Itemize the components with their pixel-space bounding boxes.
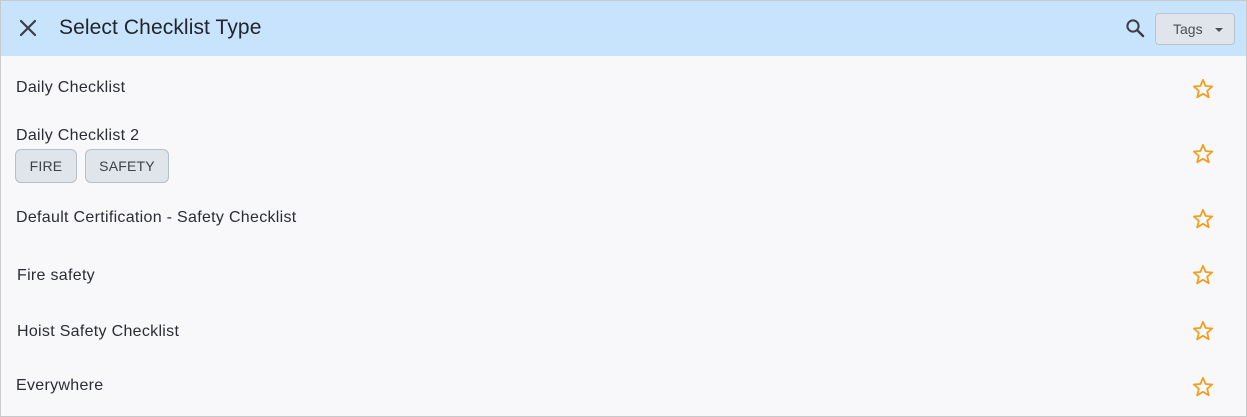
list-item-label: Hoist Safety Checklist — [17, 323, 180, 340]
list-item[interactable]: Fire safety — [1, 249, 1246, 305]
list-item-label: Daily Checklist 2 — [16, 127, 140, 144]
tag-chip-fire[interactable]: FIRE — [15, 149, 77, 183]
star-icon[interactable] — [1191, 77, 1215, 101]
list-item[interactable]: Daily Checklist — [1, 57, 1246, 119]
search-button[interactable] — [1123, 16, 1147, 40]
star-icon[interactable] — [1191, 207, 1215, 231]
list-item-label: Daily Checklist — [16, 79, 126, 96]
close-icon — [19, 19, 37, 37]
list-item-label: Fire safety — [17, 267, 95, 284]
star-icon[interactable] — [1191, 263, 1215, 287]
list-item[interactable]: Everywhere — [1, 361, 1246, 416]
tags-dropdown[interactable]: Tags — [1155, 13, 1235, 45]
star-icon[interactable] — [1191, 375, 1215, 399]
close-button[interactable] — [15, 15, 41, 41]
list-item[interactable]: Daily Checklist 2 FIRE SAFETY — [1, 119, 1246, 197]
dialog-title: Select Checklist Type — [59, 16, 262, 39]
dialog-header: Select Checklist Type Tags — [1, 1, 1246, 56]
star-icon[interactable] — [1191, 319, 1215, 343]
list-item-label: Everywhere — [16, 377, 104, 394]
list-item[interactable]: Default Certification - Safety Checklist — [1, 197, 1246, 249]
checklist-type-dialog: Select Checklist Type Tags Daily Checkli… — [0, 0, 1247, 417]
tag-chip-safety[interactable]: SAFETY — [85, 149, 169, 183]
search-icon — [1126, 19, 1145, 38]
list-item[interactable]: Hoist Safety Checklist — [1, 305, 1246, 361]
tags-dropdown-label: Tags — [1173, 21, 1203, 37]
caret-down-icon — [1215, 28, 1223, 32]
star-icon[interactable] — [1191, 142, 1215, 166]
list-item-label: Default Certification - Safety Checklist — [16, 209, 297, 226]
